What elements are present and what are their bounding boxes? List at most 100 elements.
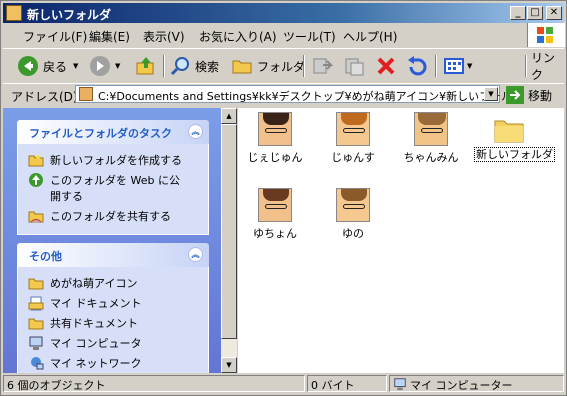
address-input[interactable]: C:¥Documents and Settings¥kk¥デスクトップ¥めがね萌… — [75, 85, 523, 103]
status-bar: 6 個のオブジェクト 0 バイト マイ コンピューター — [3, 375, 564, 393]
task-pane-scrollbar[interactable]: ▲ ▼ — [221, 108, 237, 373]
back-label: 戻る — [43, 59, 68, 74]
scroll-thumb[interactable] — [221, 124, 237, 339]
links-button[interactable]: リンク — [531, 51, 564, 82]
address-bar: アドレス(D) C:¥Documents and Settings¥kk¥デスク… — [3, 83, 564, 106]
collapse-chevron-icon[interactable]: ︽ — [188, 247, 203, 262]
delete-button[interactable] — [375, 54, 397, 78]
task-label: このフォルダを共有する — [50, 210, 171, 223]
views-button[interactable]: ▼ — [443, 54, 472, 78]
address-dropdown-button[interactable]: ▼ — [484, 87, 498, 101]
copy-to-button[interactable] — [343, 54, 365, 78]
shared-folder-icon — [28, 318, 44, 330]
menu-view[interactable]: 表示(V) — [143, 28, 185, 45]
folder-icon — [28, 278, 44, 290]
window-icon[interactable] — [6, 5, 22, 21]
file-name: ゆの — [342, 227, 364, 240]
place-label: マイ ネットワーク — [50, 357, 142, 370]
windows-logo — [527, 23, 565, 47]
menu-tools[interactable]: ツール(T) — [283, 28, 336, 45]
place-my-network[interactable]: マイ ネットワーク — [28, 355, 208, 371]
copy-to-icon — [345, 58, 364, 76]
task-label: 新しいフォルダを作成する — [50, 154, 182, 167]
toolbar-separator — [303, 55, 305, 77]
folders-label: フォルダ — [257, 59, 306, 74]
maximize-button[interactable]: □ — [527, 6, 543, 20]
explorer-window: 新しいフォルダ _ □ ✕ ファイル(F) 編集(E) 表示(V) お気に入り(… — [0, 0, 567, 396]
status-object-count: 6 個のオブジェクト — [3, 375, 305, 392]
window-title: 新しいフォルダ — [27, 8, 112, 22]
place-megane-icon-folder[interactable]: めがね萌アイコン — [28, 275, 208, 291]
task-publish-web[interactable]: このフォルダを Web に公開する — [28, 172, 208, 204]
forward-dropdown-icon[interactable]: ▼ — [115, 62, 120, 70]
task-new-folder[interactable]: 新しいフォルダを作成する — [28, 152, 208, 168]
move-to-button[interactable] — [311, 54, 333, 78]
panel-body: 新しいフォルダを作成する このフォルダを Web に公開する このフォルダを共有… — [17, 144, 209, 235]
folder-icon — [494, 120, 524, 143]
task-share-folder[interactable]: このフォルダを共有する — [28, 208, 208, 224]
task-label: このフォルダを Web に公開する — [50, 174, 180, 203]
back-dropdown-icon[interactable]: ▼ — [73, 62, 78, 70]
search-button[interactable]: 検索 — [169, 54, 219, 78]
file-name: 新しいフォルダ — [474, 146, 555, 162]
collapse-chevron-icon[interactable]: ︽ — [188, 124, 203, 139]
image-thumbnail-icon — [258, 188, 292, 222]
undo-button[interactable] — [405, 54, 427, 78]
place-shared-documents[interactable]: 共有ドキュメント — [28, 315, 208, 331]
forward-button[interactable]: ▼ — [89, 54, 120, 78]
place-my-computer[interactable]: マイ コンピュータ — [28, 335, 208, 351]
folder-thumbnail-icon — [79, 87, 93, 101]
menu-bar: ファイル(F) 編集(E) 表示(V) お気に入り(A) ツール(T) ヘルプ(… — [3, 25, 523, 45]
panel-title: その他 — [29, 250, 62, 263]
folders-icon — [232, 60, 252, 74]
menu-favorites[interactable]: お気に入り(A) — [199, 28, 277, 45]
file-folder-tasks-panel: ファイルとフォルダのタスク ︽ 新しいフォルダを作成する このフォルダを Web… — [17, 120, 209, 235]
minimize-button[interactable]: _ — [510, 6, 526, 20]
panel-header[interactable]: その他 ︽ — [17, 243, 209, 267]
my-documents-icon — [28, 296, 44, 311]
place-my-documents[interactable]: マイ ドキュメント — [28, 295, 208, 311]
toolbar: 戻る ▼ ▼ 検索 フォルダ ▼ リンク — [3, 48, 564, 84]
views-icon — [444, 58, 464, 74]
close-button[interactable]: ✕ — [546, 6, 562, 20]
menu-edit[interactable]: 編集(E) — [89, 28, 130, 45]
toolbar-separator — [163, 55, 165, 77]
up-folder-button[interactable] — [135, 54, 157, 78]
back-button[interactable]: 戻る ▼ — [17, 54, 78, 78]
go-arrow-icon — [506, 86, 524, 104]
selected-file-name: 新しいフォルダ — [474, 147, 555, 162]
folders-button[interactable]: フォルダ — [231, 54, 305, 78]
status-location: マイ コンピューター — [389, 375, 564, 392]
file-list-pane: じぇじゅん じゅんす ちゃんみん 新しいフォルダ ゆちょん ゆの — [238, 108, 564, 373]
file-item[interactable]: 新しいフォルダ — [474, 112, 555, 162]
image-thumbnail-icon — [336, 188, 370, 222]
file-item[interactable]: じぇじゅん — [240, 112, 310, 165]
address-value: C:¥Documents and Settings¥kk¥デスクトップ¥めがね萌… — [98, 90, 524, 103]
scroll-down-button[interactable]: ▼ — [221, 357, 237, 373]
toolbar-separator — [525, 55, 527, 77]
file-item[interactable]: ゆの — [318, 188, 388, 241]
new-folder-icon — [28, 154, 44, 167]
place-label: マイ ドキュメント — [50, 297, 142, 310]
toolbar-separator — [435, 55, 437, 77]
publish-web-icon — [29, 173, 43, 187]
file-name: ちゃんみん — [403, 151, 459, 164]
status-location-label: マイ コンピューター — [410, 379, 513, 392]
file-item[interactable]: ちゃんみん — [396, 112, 466, 165]
file-item[interactable]: ゆちょん — [240, 188, 310, 241]
move-to-icon — [313, 58, 333, 74]
place-label: めがね萌アイコン — [50, 277, 138, 290]
scroll-up-button[interactable]: ▲ — [221, 108, 237, 124]
title-bar[interactable]: 新しいフォルダ _ □ ✕ — [3, 3, 564, 23]
panel-header[interactable]: ファイルとフォルダのタスク ︽ — [17, 120, 209, 144]
menu-file[interactable]: ファイル(F) — [23, 28, 87, 45]
menu-help[interactable]: ヘルプ(H) — [343, 28, 397, 45]
place-label: マイ コンピュータ — [50, 337, 142, 350]
views-dropdown-icon[interactable]: ▼ — [467, 62, 472, 70]
share-folder-icon — [28, 211, 44, 223]
my-network-icon — [31, 357, 44, 370]
file-name: ゆちょん — [253, 227, 297, 240]
image-thumbnail-icon — [414, 112, 448, 146]
go-button[interactable]: 移動 — [506, 86, 552, 104]
file-item[interactable]: じゅんす — [318, 112, 388, 165]
